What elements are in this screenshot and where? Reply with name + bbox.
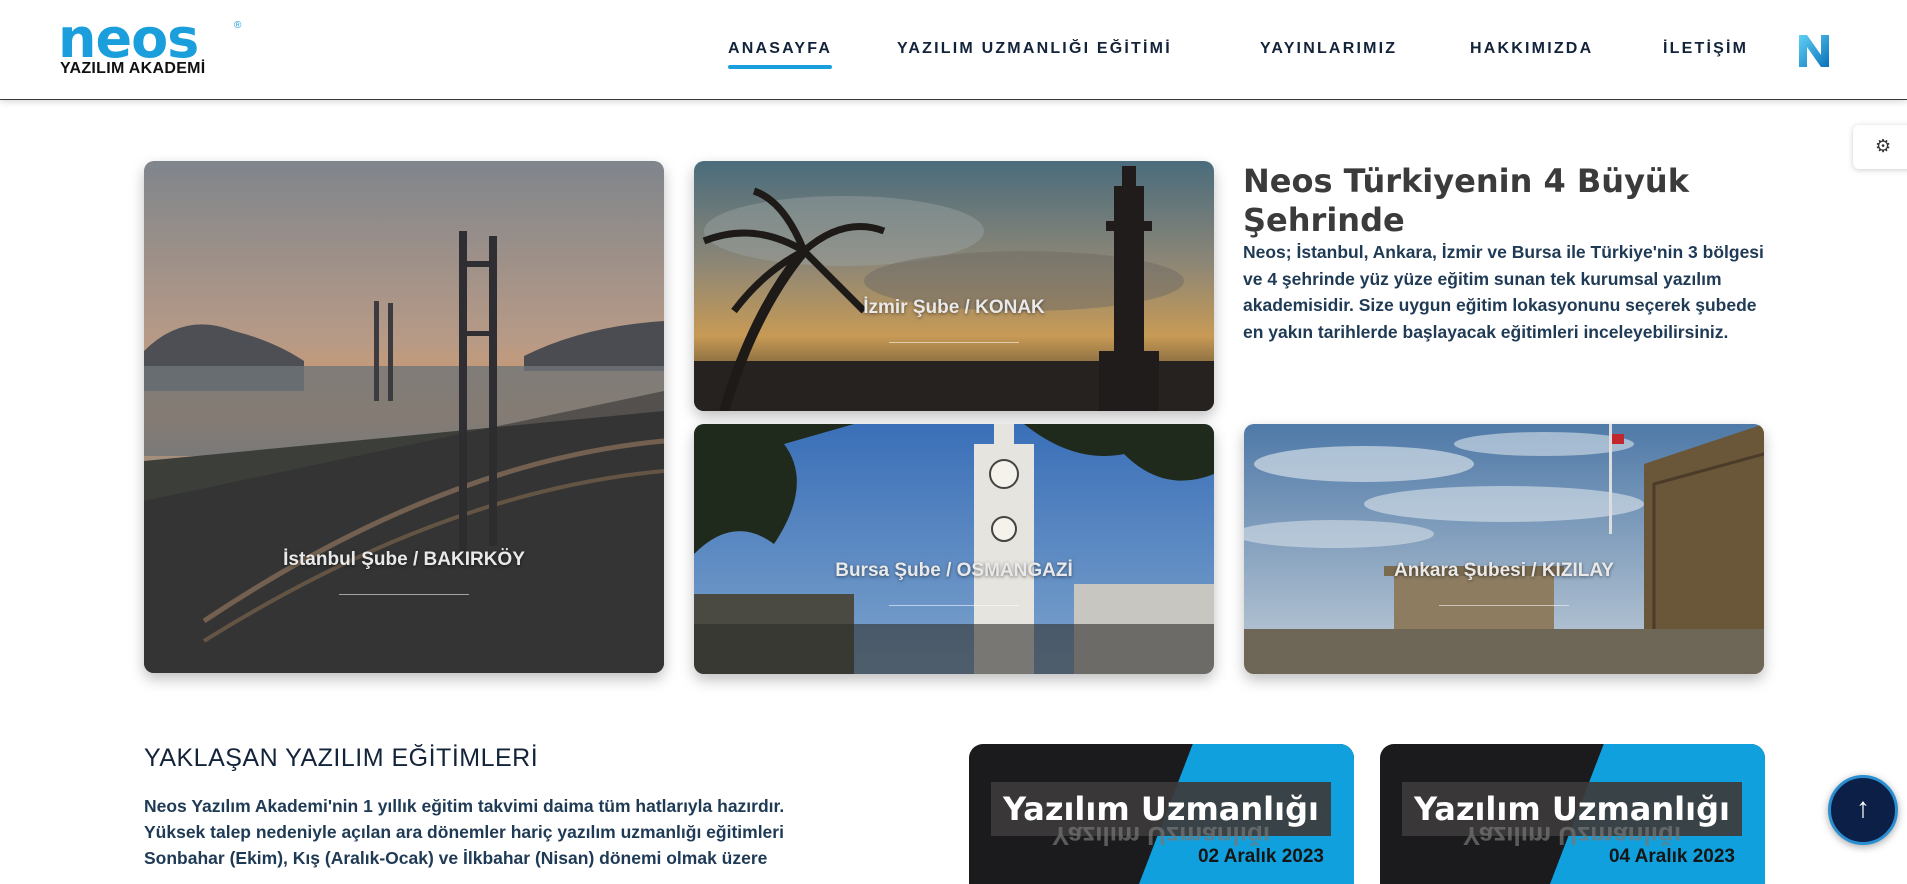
branch-card-istanbul[interactable]: İstanbul Şube / BAKIRKÖY — [144, 161, 664, 673]
branch-label-izmir: İzmir Şube / KONAK — [863, 297, 1045, 318]
neos-logo[interactable]: neos ® YAZILIM AKADEMİ — [58, 12, 248, 78]
upcoming-section-text: Neos Yazılım Akademi'nin 1 yıllık eğitim… — [144, 796, 785, 868]
bursa-clock-tower-image — [694, 424, 1214, 674]
upcoming-section-title: YAKLAŞAN YAZILIM EĞİTİMLERİ — [144, 744, 539, 772]
intro-title: Neos Türkiyenin 4 Büyük Şehrinde — [1243, 162, 1689, 239]
branch-label-istanbul: İstanbul Şube / BAKIRKÖY — [283, 549, 525, 570]
intro-text: Neos; İstanbul, Ankara, İzmir ve Bursa i… — [1243, 242, 1764, 342]
nav-anasayfa[interactable]: ANASAYFA — [728, 40, 833, 69]
back-to-top-button[interactable]: ↑ — [1828, 775, 1898, 845]
course-card[interactable]: Yazılım Uzmanlığı Yazılım Uzmanlığı 02 A… — [969, 744, 1354, 884]
registered-mark: ® — [234, 20, 242, 31]
card-divider — [889, 342, 1019, 343]
course-date: 02 Aralık 2023 — [1197, 846, 1324, 867]
ankara-anitkabir-image — [1244, 424, 1764, 674]
branch-card-izmir[interactable]: İzmir Şube / KONAK — [694, 161, 1214, 411]
nav-hakkimizda[interactable]: HAKKIMIZDA — [1470, 40, 1593, 58]
course-title-reflection: Yazılım Uzmanlığı — [1051, 826, 1271, 846]
branch-card-bursa[interactable]: Bursa Şube / OSMANGAZİ — [694, 424, 1214, 674]
logo-wordmark: neos — [58, 7, 199, 70]
course-card[interactable]: Yazılım Uzmanlığı Yazılım Uzmanlığı 04 A… — [1380, 744, 1765, 884]
nav-yayinlarimiz[interactable]: YAYINLARIMIZ — [1260, 40, 1397, 58]
nav-yazilim-uzmanligi[interactable]: YAZILIM UZMANLIĞI EĞİTİMİ — [897, 40, 1172, 58]
branch-label-bursa: Bursa Şube / OSMANGAZİ — [835, 560, 1073, 581]
card-divider — [339, 594, 469, 595]
site-header: neos ® YAZILIM AKADEMİ ANASAYFA YAZILIM … — [0, 0, 1907, 100]
card-divider — [1439, 605, 1569, 606]
course-date: 04 Aralık 2023 — [1608, 846, 1735, 867]
gear-icon: ⚙ — [1875, 136, 1892, 156]
course-title-reflection: Yazılım Uzmanlığı — [1462, 826, 1682, 846]
card-divider — [889, 605, 1019, 606]
logo-subtitle: YAZILIM AKADEMİ — [60, 60, 206, 77]
nav-iletisim[interactable]: İLETİŞİM — [1663, 40, 1748, 58]
branch-label-ankara: Ankara Şubesi / KIZILAY — [1394, 560, 1614, 581]
branch-card-ankara[interactable]: Ankara Şubesi / KIZILAY — [1244, 424, 1764, 674]
istanbul-bridge-image — [144, 161, 664, 673]
settings-panel-toggle[interactable]: ⚙ — [1853, 125, 1907, 169]
n-logo-icon[interactable] — [1797, 33, 1831, 69]
arrow-up-icon: ↑ — [1856, 792, 1870, 823]
izmir-clock-tower-image — [694, 161, 1214, 411]
